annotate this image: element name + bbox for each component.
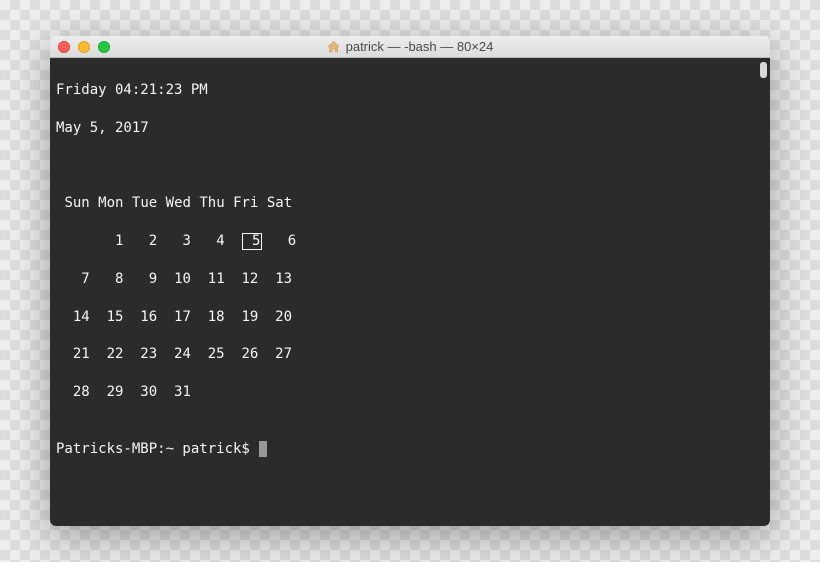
cal-day: 17 [174, 309, 191, 325]
cal-day: 3 [182, 233, 190, 249]
cal-head-wed: Wed [166, 195, 191, 211]
cursor [259, 441, 267, 457]
zoom-button[interactable] [98, 41, 110, 53]
cal-day: 9 [149, 271, 157, 287]
cal-day: 22 [107, 346, 124, 362]
blank-line [56, 402, 764, 421]
cal-day: 30 [140, 384, 157, 400]
cal-day: 16 [140, 309, 157, 325]
cal-day: 24 [174, 346, 191, 362]
prompt-line: Patricks-MBP:~ patrick$ [56, 440, 764, 459]
cal-day: 29 [107, 384, 124, 400]
cal-day: 7 [81, 271, 89, 287]
minimize-button[interactable] [78, 41, 90, 53]
cal-head-sun: Sun [64, 195, 89, 211]
cal-day: 26 [241, 346, 258, 362]
scrollbar-thumb[interactable] [760, 62, 767, 78]
cal-day: 13 [275, 271, 292, 287]
terminal-window: patrick — -bash — 80×24 Friday 04:21:23 … [50, 36, 770, 526]
cal-day: 21 [73, 346, 90, 362]
window-title: patrick — -bash — 80×24 [346, 39, 494, 54]
cal-day: 11 [208, 271, 225, 287]
cal-day-today: 5 [242, 233, 263, 250]
cal-head-thu: Thu [199, 195, 224, 211]
cal-head-fri: Fri [233, 195, 258, 211]
cal-day: 20 [275, 309, 292, 325]
cal-day: 27 [275, 346, 292, 362]
cal-day: 2 [149, 233, 157, 249]
cal-day: 18 [208, 309, 225, 325]
calendar-row: 28 29 30 31 [56, 383, 296, 402]
cal-day: 28 [73, 384, 90, 400]
cal-day: 15 [107, 309, 124, 325]
traffic-lights [58, 41, 110, 53]
cal-day: 10 [174, 271, 191, 287]
cal-day: 25 [208, 346, 225, 362]
calendar: Sun Mon Tue Wed Thu Fri Sat 1 2 3 4 5 6 … [56, 194, 296, 402]
calendar-header: Sun Mon Tue Wed Thu Fri Sat [56, 194, 296, 213]
cal-day: 1 [115, 233, 123, 249]
calendar-row: 21 22 23 24 25 26 27 [56, 345, 296, 364]
close-button[interactable] [58, 41, 70, 53]
home-icon [327, 40, 341, 54]
cal-day: 6 [288, 233, 296, 249]
cal-day: 8 [115, 271, 123, 287]
cal-head-mon: Mon [98, 195, 123, 211]
calendar-row: 1 2 3 4 5 6 [56, 232, 296, 251]
titlebar[interactable]: patrick — -bash — 80×24 [50, 36, 770, 58]
cal-head-sat: Sat [267, 195, 292, 211]
calendar-row: 7 8 9 10 11 12 13 [56, 270, 296, 289]
datetime-line: Friday 04:21:23 PM [56, 81, 764, 100]
prompt-text: Patricks-MBP:~ patrick$ [56, 441, 250, 457]
terminal-body[interactable]: Friday 04:21:23 PM May 5, 2017 Sun Mon T… [50, 58, 770, 526]
calendar-row: 14 15 16 17 18 19 20 [56, 308, 296, 327]
cal-day: 14 [73, 309, 90, 325]
window-title-container: patrick — -bash — 80×24 [327, 39, 494, 54]
cal-day: 12 [242, 271, 259, 287]
cal-head-tue: Tue [132, 195, 157, 211]
date-line: May 5, 2017 [56, 119, 764, 138]
blank-line [56, 156, 764, 175]
cal-day: 19 [241, 309, 258, 325]
cal-day: 4 [216, 233, 224, 249]
cal-day: 31 [174, 384, 191, 400]
cal-day: 23 [140, 346, 157, 362]
